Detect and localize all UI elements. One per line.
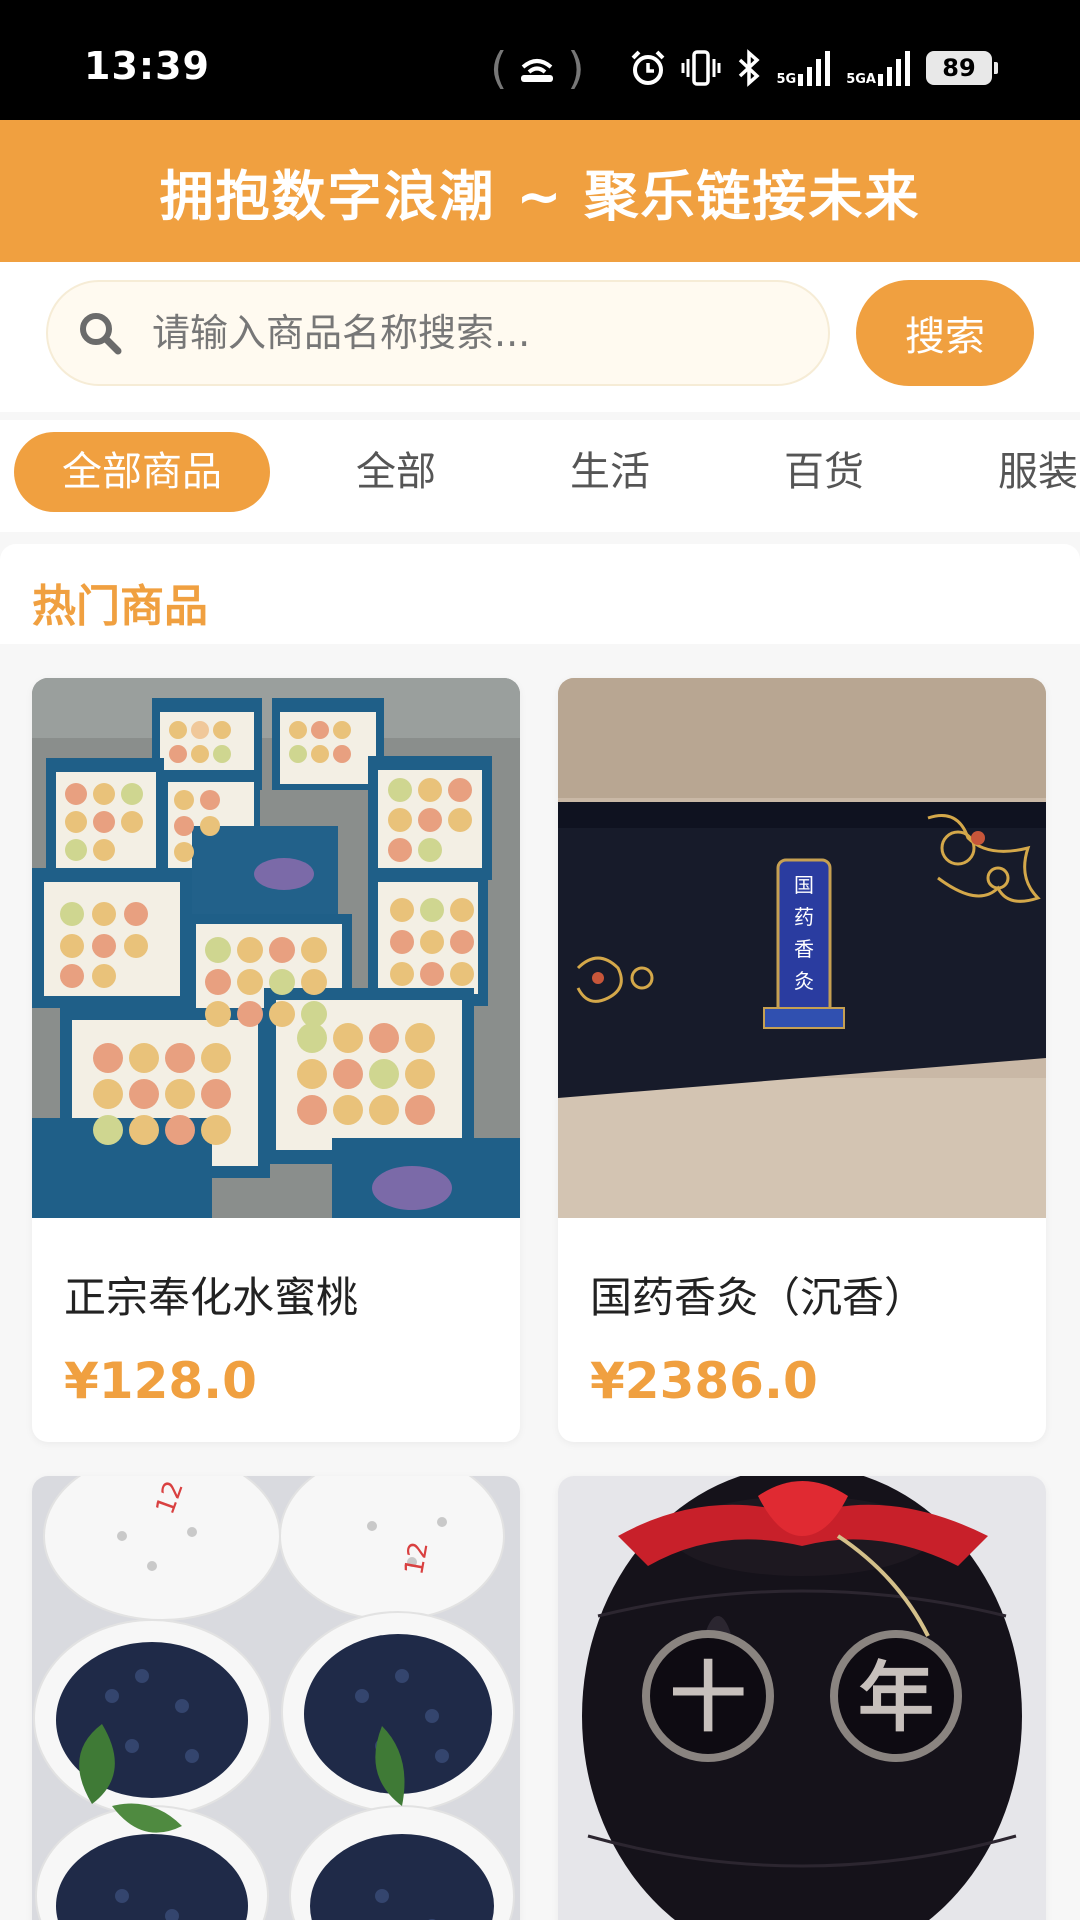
svg-text:香: 香 <box>794 937 814 961</box>
hotspot-icon <box>517 53 557 83</box>
product-card[interactable]: 国 药 香 灸 国药香灸（沉香） ¥2386.0 <box>558 678 1046 1442</box>
product-grid: 正宗奉化水蜜桃 ¥128.0 国 药 香 灸 国药香灸（沉香） ¥2386.0 … <box>0 644 1080 1920</box>
product-price: ¥128.0 <box>64 1352 257 1410</box>
search-input[interactable] <box>152 311 802 355</box>
status-bar: 13:39 ( ) 5G 5GA 89 <box>0 0 1080 120</box>
alarm-icon <box>629 49 667 87</box>
search-icon <box>80 313 122 355</box>
svg-text:药: 药 <box>794 905 814 929</box>
product-image-moxibustion[interactable]: 国 药 香 灸 <box>558 678 1046 1218</box>
tab-life[interactable]: 生活 <box>570 432 650 512</box>
signal-icon: 5G <box>777 50 833 86</box>
product-image-wine-jar[interactable]: 十 年 <box>558 1476 1046 1920</box>
product-name[interactable]: 国药香灸（沉香） <box>590 1264 926 1325</box>
tab-all[interactable]: 全部 <box>356 432 436 512</box>
product-name[interactable]: 正宗奉化水蜜桃 <box>64 1264 358 1325</box>
product-card[interactable]: 正宗奉化水蜜桃 ¥128.0 <box>32 678 520 1442</box>
status-time: 13:39 <box>84 44 210 88</box>
svg-text:十: 十 <box>670 1653 746 1742</box>
search-bar: 搜索 <box>0 262 1080 412</box>
search-button[interactable]: 搜索 <box>856 280 1034 386</box>
product-card[interactable]: 十 年 <box>558 1476 1046 1920</box>
category-tabs: 全部商品 全部 生活 百货 服装 <box>0 420 1080 532</box>
signal-icon: 5GA <box>846 50 912 86</box>
tab-clothing[interactable]: 服装 <box>998 432 1078 512</box>
banner-title: 拥抱数字浪潮 ~ 聚乐链接未来 <box>159 164 921 228</box>
product-card[interactable]: 12 12 <box>32 1476 520 1920</box>
header-banner: 拥抱数字浪潮 ~ 聚乐链接未来 <box>0 120 1080 262</box>
svg-text:12: 12 <box>399 1539 434 1577</box>
tab-all-products[interactable]: 全部商品 <box>14 432 270 512</box>
hot-products-header: 热门商品 <box>0 544 1080 644</box>
vibrate-icon <box>681 49 721 87</box>
status-icons: ( ) 5G 5GA 89 <box>490 42 998 94</box>
tab-general-goods[interactable]: 百货 <box>784 432 864 512</box>
product-price: ¥2386.0 <box>590 1352 818 1410</box>
svg-text:年: 年 <box>858 1653 934 1742</box>
product-image-peach[interactable] <box>32 678 520 1218</box>
bluetooth-icon <box>735 49 763 87</box>
battery-indicator: 89 <box>926 51 998 85</box>
section-title: 热门商品 <box>32 581 208 632</box>
hotspot-indicator: ( ) <box>490 42 585 94</box>
product-image-blueberry[interactable]: 12 12 <box>32 1476 520 1920</box>
search-box[interactable] <box>46 280 830 386</box>
svg-text:国: 国 <box>794 873 814 897</box>
svg-text:灸: 灸 <box>794 969 814 993</box>
